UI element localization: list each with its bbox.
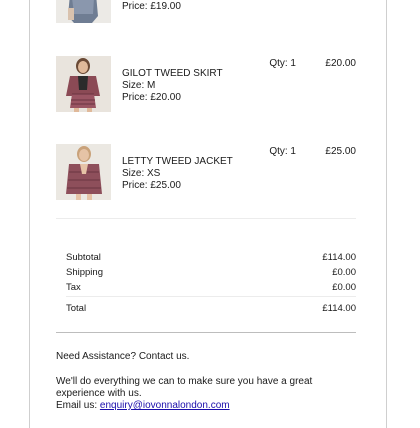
- tax-label: Tax: [66, 282, 81, 293]
- item-line-total: £20.00: [325, 58, 356, 69]
- shipping-row: Shipping £0.00: [66, 267, 356, 281]
- subtotal-label: Subtotal: [66, 252, 101, 263]
- item-size: Size: M: [122, 80, 156, 91]
- product-image: [56, 0, 111, 23]
- total-row: Total £114.00: [66, 303, 356, 317]
- product-image: [56, 56, 111, 112]
- total-label: Total: [66, 303, 87, 314]
- email-label: Email us:: [56, 400, 98, 411]
- item-details: Price: £19.00: [122, 1, 181, 13]
- item-line-total: £25.00: [325, 146, 356, 157]
- item-name: GILOT TWEED SKIRT: [122, 68, 223, 79]
- divider: [56, 218, 356, 219]
- tax-row: Tax £0.00: [66, 282, 356, 296]
- item-name: LETTY TWEED JACKET: [122, 156, 233, 167]
- subtotal-row: Subtotal £114.00: [66, 252, 356, 266]
- tax-value: £0.00: [332, 282, 356, 293]
- shipping-label: Shipping: [66, 267, 103, 278]
- item-price: Price: £19.00: [122, 1, 181, 12]
- divider: [66, 296, 356, 297]
- item-details: LETTY TWEED JACKET Size: XS Price: £25.0…: [122, 156, 233, 192]
- section-divider: [56, 332, 356, 333]
- item-price: Price: £20.00: [122, 92, 181, 103]
- item-qty: Qty: 1: [269, 58, 296, 69]
- item-qty: Qty: 1: [269, 146, 296, 157]
- item-details: GILOT TWEED SKIRT Size: M Price: £20.00: [122, 68, 223, 104]
- product-image: [56, 144, 111, 200]
- total-value: £114.00: [322, 303, 356, 314]
- assistance-heading: Need Assistance? Contact us.: [56, 351, 190, 362]
- subtotal-value: £114.00: [322, 252, 356, 263]
- email-line: Email us: enquiry@iovonnalondon.com: [56, 400, 356, 412]
- email-link[interactable]: enquiry@iovonnalondon.com: [100, 400, 230, 411]
- item-price: Price: £25.00: [122, 180, 181, 191]
- assistance-body: We'll do everything we can to make sure …: [56, 376, 313, 399]
- shipping-value: £0.00: [332, 267, 356, 278]
- item-size: Size: XS: [122, 168, 161, 179]
